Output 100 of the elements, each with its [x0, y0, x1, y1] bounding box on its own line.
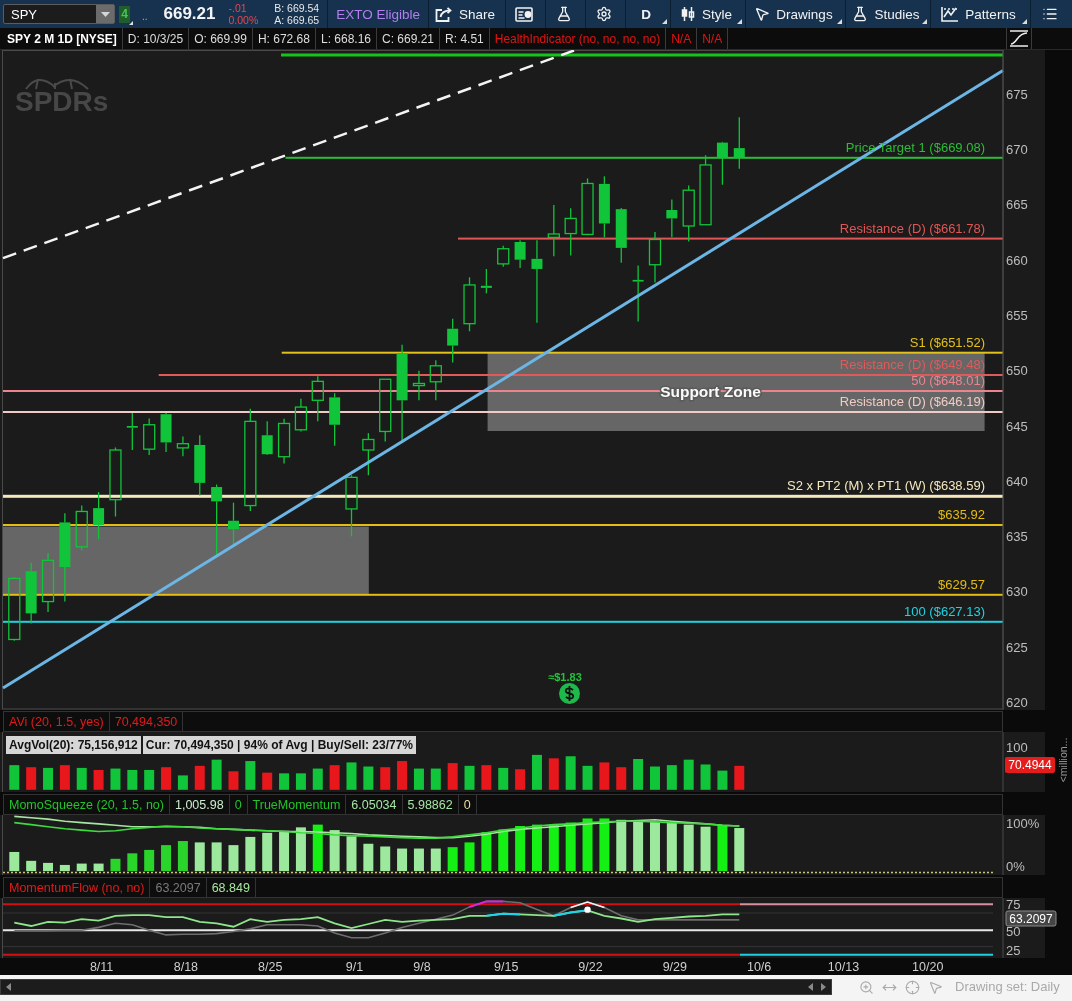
drawings-button[interactable]: Drawings [745, 0, 845, 28]
histogram-bar [43, 862, 53, 872]
volume-bar [700, 764, 711, 790]
histogram-bar [413, 848, 424, 872]
candlestick [429, 359, 442, 401]
histogram-bar [481, 832, 492, 872]
indicator-label: N/A [697, 28, 729, 49]
histogram-bar [245, 836, 256, 872]
study-label: MomoSqueeze (20, 1.5, no) [4, 795, 170, 814]
style-button[interactable]: Style [670, 0, 745, 28]
histogram-bar [430, 848, 441, 872]
last-price: 669.21 [163, 4, 216, 24]
histogram-bar [59, 864, 70, 872]
volume-bar [312, 768, 323, 790]
histogram-bar [262, 832, 273, 872]
price-axis-label: 620 [1006, 695, 1028, 710]
histogram-bar [599, 818, 610, 872]
flow-axis-label: 75 [1006, 898, 1021, 912]
more-text[interactable]: .. [141, 10, 148, 22]
histogram-bar [734, 828, 745, 872]
volume-bar [650, 766, 660, 790]
patterns-button[interactable]: Patterns [930, 0, 1030, 28]
flask-icon [555, 6, 572, 22]
study-label: 1,005.98 [169, 795, 230, 814]
dollar-coin-icon[interactable] [559, 683, 580, 704]
dropdown-button[interactable] [96, 5, 115, 23]
candlestick [581, 177, 594, 236]
histogram-bar [397, 848, 408, 872]
candlestick [228, 502, 239, 546]
volume-bar [110, 768, 121, 790]
volume-bar [43, 767, 53, 790]
studies-button[interactable]: Studies [845, 0, 930, 28]
study-label: TrueMomentum [247, 795, 347, 814]
chart-title: SPY 2 M 1D [NYSE] [2, 28, 123, 49]
price-axis-label: 625 [1006, 639, 1028, 655]
menu-icon [1041, 6, 1058, 22]
chart-style-button[interactable] [1006, 28, 1032, 49]
histogram-bar [228, 845, 239, 872]
quote-field: H: 672.68 [252, 28, 316, 49]
candlestick [666, 198, 678, 238]
date-label: 8/25 [258, 959, 283, 974]
histogram-bar [144, 849, 155, 872]
candlestick [8, 576, 21, 642]
volume-bar [565, 756, 576, 790]
volume-bar [93, 769, 104, 790]
unit-label: <million... [1057, 737, 1069, 783]
volume-bar [582, 765, 593, 790]
volume-bar [279, 773, 290, 790]
volume-bar [430, 768, 441, 790]
volume-bar [380, 767, 391, 790]
histogram-bar [279, 830, 290, 872]
indicator-label: N/A [666, 28, 698, 49]
symbol-field[interactable]: SPY [3, 4, 116, 24]
price-level-label: 100 ($627.13) [904, 603, 985, 619]
histogram-bar [633, 821, 644, 872]
candlestick [682, 184, 695, 243]
last-value-marker: 70.4944 [1005, 757, 1055, 773]
text-button[interactable]: D [625, 0, 670, 28]
date-label: 10/13 [827, 959, 860, 974]
dividend-label: ≈$1.83 [548, 671, 582, 683]
settings-icon [595, 6, 612, 22]
candlestick [463, 276, 476, 332]
candlestick [277, 418, 291, 465]
histogram-bar [380, 846, 391, 872]
volume-bar [295, 773, 306, 790]
histogram-bar [194, 842, 205, 872]
candlestick [699, 154, 712, 226]
date-label: 8/18 [173, 959, 199, 974]
candlestick [160, 412, 172, 453]
study-label: AVi (20, 1.5, yes) [4, 712, 110, 731]
candlestick [615, 207, 627, 264]
price-level-label: Price Target 1 ($669.08) [845, 139, 985, 155]
volume-bar [245, 761, 256, 790]
volume-bar [666, 765, 677, 790]
logo-mark-icon [25, 78, 89, 90]
scroll-left-icon[interactable] [808, 983, 813, 991]
price-axis-label: 675 [1006, 86, 1028, 102]
histogram-bar [666, 822, 677, 872]
last-value-marker: 63.2097 [1005, 910, 1057, 927]
volume-bar [464, 765, 475, 790]
volume-bar [346, 762, 357, 790]
scroll-right-icon[interactable] [821, 983, 826, 991]
price-axis-label: 670 [1006, 142, 1028, 157]
volume-summary-label: Cur: 70,494,350 | 94% of Avg | Buy/Sell: 23/77% [142, 736, 416, 754]
price-level-label: S2 x PT2 (M) x PT1 (W) ($638.59) [787, 478, 985, 494]
volume-bar [397, 761, 408, 790]
candlestick [733, 116, 745, 170]
volume-bar [329, 765, 340, 790]
volume-axis-label: 100 [1006, 739, 1028, 755]
histogram-bar [127, 853, 138, 872]
volume-bar [9, 765, 20, 790]
candlestick [480, 268, 492, 294]
histogram-bar [161, 845, 172, 872]
quote-field: C: 669.21 [377, 28, 441, 49]
scrollbar[interactable] [0, 979, 832, 995]
scroll-left-icon[interactable] [6, 983, 11, 991]
highlight-segment [468, 900, 505, 908]
quote-field: O: 669.99 [189, 28, 253, 49]
indicator-label: HealthIndicator (no, no, no, no) [489, 28, 667, 49]
volume-bar [76, 767, 87, 790]
